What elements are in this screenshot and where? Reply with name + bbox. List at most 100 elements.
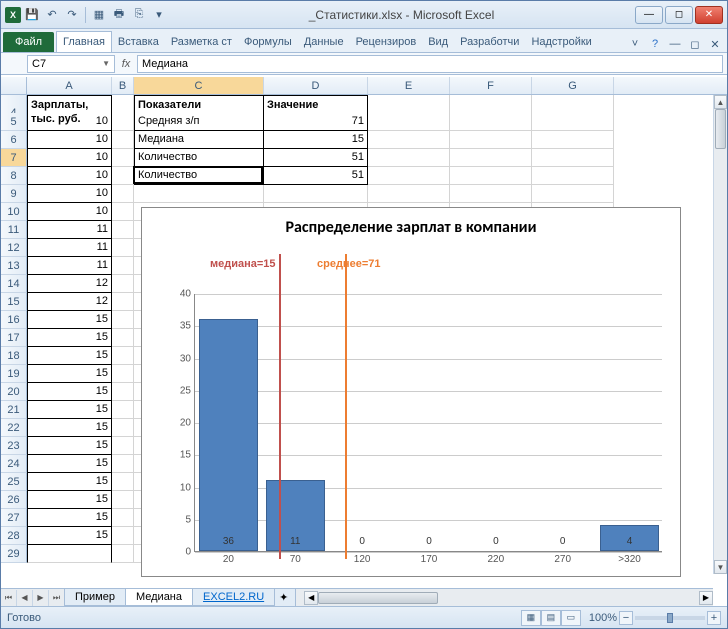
col-header-a[interactable]: A [27, 77, 112, 94]
cell-B19[interactable] [112, 365, 134, 383]
file-tab[interactable]: Файл [3, 32, 54, 52]
cell-A14[interactable]: 12 [27, 275, 112, 293]
sheet-tab-new[interactable]: ✦ [274, 589, 296, 607]
row-header[interactable]: 7 [1, 149, 27, 167]
cell-E9[interactable] [368, 185, 450, 203]
view-pagebreak-button[interactable]: ▭ [561, 610, 581, 626]
cell-B12[interactable] [112, 239, 134, 257]
cell-A28[interactable]: 15 [27, 527, 112, 545]
cell-B26[interactable] [112, 491, 134, 509]
cell-D6[interactable]: 15 [264, 131, 368, 149]
row-header[interactable]: 27 [1, 509, 27, 527]
cell-A23[interactable]: 15 [27, 437, 112, 455]
row-header[interactable]: 5 [1, 113, 27, 131]
cell-B9[interactable] [112, 185, 134, 203]
row-header[interactable]: 11 [1, 221, 27, 239]
cell-B17[interactable] [112, 329, 134, 347]
sheet-nav-prev[interactable]: ◀ [17, 590, 33, 606]
scroll-thumb-horizontal[interactable] [318, 592, 438, 604]
cell-C5[interactable]: Средняя з/п [134, 113, 264, 131]
zoom-out-button[interactable]: − [619, 611, 633, 625]
view-normal-button[interactable]: ▦ [521, 610, 541, 626]
scroll-down-button[interactable]: ▼ [714, 560, 727, 574]
col-header-c[interactable]: C [134, 77, 264, 94]
cell-F6[interactable] [450, 131, 532, 149]
row-header[interactable]: 25 [1, 473, 27, 491]
view-layout-button[interactable]: ▤ [541, 610, 561, 626]
qat-icon[interactable]: ⎘ [130, 6, 148, 24]
tab-insert[interactable]: Вставка [112, 32, 165, 52]
maximize-button[interactable]: ◻ [665, 6, 693, 24]
cell-B18[interactable] [112, 347, 134, 365]
excel-icon[interactable]: X [5, 7, 21, 23]
row-header[interactable]: 20 [1, 383, 27, 401]
scroll-left-button[interactable]: ◀ [304, 591, 318, 605]
cell-E7[interactable] [368, 149, 450, 167]
cell-E6[interactable] [368, 131, 450, 149]
zoom-in-button[interactable]: + [707, 611, 721, 625]
help-icon[interactable]: ? [647, 36, 663, 52]
close-button[interactable]: ✕ [695, 6, 723, 24]
scroll-thumb-vertical[interactable] [715, 109, 726, 149]
row-header[interactable]: 9 [1, 185, 27, 203]
cell-A19[interactable]: 15 [27, 365, 112, 383]
row-header[interactable]: 28 [1, 527, 27, 545]
col-header-d[interactable]: D [264, 77, 368, 94]
zoom-slider[interactable] [635, 616, 705, 620]
cell-G9[interactable] [532, 185, 614, 203]
cell-D5[interactable]: 71 [264, 113, 368, 131]
cell-A5[interactable]: 10 [27, 113, 112, 131]
col-header-b[interactable]: B [112, 77, 134, 94]
row-header[interactable]: 18 [1, 347, 27, 365]
cell-B15[interactable] [112, 293, 134, 311]
cell-A7[interactable]: 10 [27, 149, 112, 167]
cell-B27[interactable] [112, 509, 134, 527]
qat-icon[interactable]: ▦ [90, 6, 108, 24]
cell-G8[interactable] [532, 167, 614, 185]
cell-D7[interactable]: 51 [264, 149, 368, 167]
zoom-slider-thumb[interactable] [667, 613, 673, 623]
row-header[interactable]: 21 [1, 401, 27, 419]
cell-B10[interactable] [112, 203, 134, 221]
cell-B20[interactable] [112, 383, 134, 401]
tab-developer[interactable]: Разработчи [454, 32, 525, 52]
cell-F7[interactable] [450, 149, 532, 167]
scroll-up-button[interactable]: ▲ [714, 95, 727, 109]
sheet-nav-last[interactable]: ⏭ [49, 590, 65, 606]
cell-A10[interactable]: 10 [27, 203, 112, 221]
cell-B21[interactable] [112, 401, 134, 419]
cell-F9[interactable] [450, 185, 532, 203]
name-box-dropdown-icon[interactable]: ▼ [102, 59, 110, 68]
cell-C7[interactable]: Количество [134, 149, 264, 167]
cell-A20[interactable]: 15 [27, 383, 112, 401]
row-header[interactable]: 13 [1, 257, 27, 275]
sheet-tab-mediana[interactable]: Медиана [125, 589, 193, 606]
cell-B22[interactable] [112, 419, 134, 437]
sheet-tab-primer[interactable]: Пример [64, 589, 126, 606]
undo-icon[interactable]: ↶ [43, 6, 61, 24]
cell-A12[interactable]: 11 [27, 239, 112, 257]
cell-B25[interactable] [112, 473, 134, 491]
cell-A8[interactable]: 10 [27, 167, 112, 185]
window-restore-icon[interactable]: ◻ [687, 36, 703, 52]
cell-A6[interactable]: 10 [27, 131, 112, 149]
row-header[interactable]: 22 [1, 419, 27, 437]
save-icon[interactable]: 💾 [23, 6, 41, 24]
window-minimize-icon[interactable]: — [667, 36, 683, 52]
cell-A9[interactable]: 10 [27, 185, 112, 203]
select-all-corner[interactable] [1, 77, 27, 94]
cell-B6[interactable] [112, 131, 134, 149]
cell-B24[interactable] [112, 455, 134, 473]
redo-icon[interactable]: ↷ [63, 6, 81, 24]
cell-E5[interactable] [368, 113, 450, 131]
cell-A27[interactable]: 15 [27, 509, 112, 527]
cell-B8[interactable] [112, 167, 134, 185]
sheet-tab-excel2ru[interactable]: EXCEL2.RU [192, 589, 275, 606]
cell-A29[interactable] [27, 545, 112, 563]
cell-A25[interactable]: 15 [27, 473, 112, 491]
cell-G6[interactable] [532, 131, 614, 149]
row-header[interactable]: 14 [1, 275, 27, 293]
col-header-g[interactable]: G [532, 77, 614, 94]
minimize-button[interactable]: — [635, 6, 663, 24]
col-header-e[interactable]: E [368, 77, 450, 94]
